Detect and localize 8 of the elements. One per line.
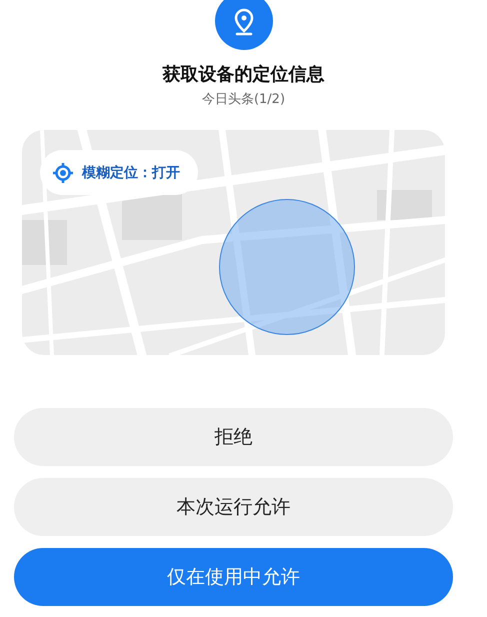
locate-icon bbox=[52, 162, 74, 184]
app-name: 今日头条(1/2) bbox=[202, 91, 286, 108]
option-button[interactable]: 本次运行允许 bbox=[14, 478, 453, 536]
location-pin-icon bbox=[214, 0, 272, 50]
dialog-title: 获取设备的定位信息 bbox=[162, 63, 324, 86]
approximate-location-chip[interactable]: 模糊定位：打开 bbox=[40, 150, 198, 195]
allow-while-using-button[interactable]: 仅在使用中允许 bbox=[14, 548, 453, 606]
option-button[interactable]: 拒绝 bbox=[14, 408, 453, 466]
